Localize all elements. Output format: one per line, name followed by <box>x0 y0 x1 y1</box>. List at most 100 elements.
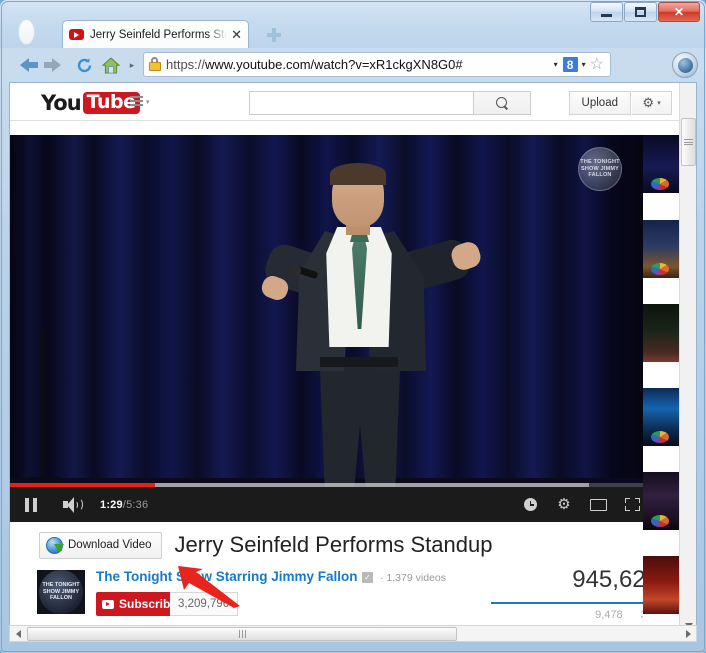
scroll-left-button[interactable] <box>10 626 26 641</box>
browser-menu-button[interactable] <box>18 19 42 47</box>
suggested-video-1[interactable] <box>643 135 679 193</box>
account-settings-button[interactable]: ⚙ ▾ <box>632 91 672 115</box>
tab-close-icon[interactable]: ✕ <box>227 27 242 43</box>
home-button[interactable] <box>98 53 124 77</box>
search-engine-caret[interactable]: ▾ <box>578 60 590 69</box>
volume-icon <box>63 497 83 513</box>
rating-stats: 9,478 388 <box>491 609 659 621</box>
player-right-controls: ⚙ <box>513 487 657 522</box>
page-viewport: You Tube ▾ Upload ⚙ ▾ THE TONIGHT SHOW J… <box>9 82 697 633</box>
fullscreen-icon <box>624 498 640 511</box>
theater-mode-button[interactable] <box>581 487 615 522</box>
horizontal-scrollbar-thumb[interactable] <box>27 627 457 641</box>
gear-icon: ⚙ <box>557 496 571 513</box>
arrow-right-icon <box>43 58 61 72</box>
page-vertical-scrollbar[interactable] <box>679 83 696 632</box>
volume-button[interactable] <box>52 487 94 522</box>
current-time: 1:29 <box>100 498 123 511</box>
chevron-down-icon: ▾ <box>146 99 150 106</box>
tab-title: Jerry Seinfeld Performs Sta <box>90 28 228 41</box>
youtube-masthead: You Tube ▾ Upload ⚙ ▾ <box>10 83 681 121</box>
nbc-logo-icon <box>651 515 669 527</box>
vertical-scrollbar-thumb[interactable] <box>681 118 696 166</box>
youtube-play-icon <box>102 599 114 609</box>
suggested-video-2[interactable] <box>643 220 679 278</box>
search-button[interactable] <box>473 91 531 115</box>
upload-button[interactable]: Upload <box>568 91 631 115</box>
player-control-bar: 1:29 / 5:36 ⚙ <box>10 487 657 522</box>
padlock-icon <box>148 57 162 72</box>
like-count[interactable]: 9,478 <box>595 609 623 621</box>
arrow-left-icon <box>19 58 38 72</box>
browser-menu-icon <box>18 19 35 45</box>
back-button[interactable] <box>10 53 38 77</box>
search-icon <box>496 97 508 109</box>
search-input[interactable] <box>249 91 473 115</box>
channel-name-link[interactable]: The Tonight Show Starring Jimmy Fallon <box>96 569 358 584</box>
gear-icon: ⚙ <box>642 95 655 110</box>
reload-icon <box>77 57 91 72</box>
clock-icon <box>523 498 537 511</box>
new-tab-button[interactable] <box>262 24 286 46</box>
microphone-stand <box>42 330 45 480</box>
address-bar-url: https://www.youtube.com/watch?v=xR1ckgXN… <box>166 57 463 72</box>
pause-icon <box>25 497 37 512</box>
forward-button[interactable] <box>42 53 70 77</box>
channel-video-count: · 1,379 videos <box>380 572 446 584</box>
tab-youtube[interactable]: Jerry Seinfeld Performs Sta ✕ <box>62 20 249 48</box>
channel-avatar[interactable]: THE TONIGHT SHOW JIMMY FALLON <box>37 570 85 614</box>
download-globe-icon <box>46 536 64 554</box>
title-row: Download Video Jerry Seinfeld Performs S… <box>10 530 681 560</box>
globe-icon <box>677 57 693 73</box>
time-display: 1:29 / 5:36 <box>94 487 148 522</box>
browser-settings-button[interactable] <box>672 52 698 78</box>
scrollbar-grip-icon <box>684 137 693 146</box>
youtube-favicon-icon <box>69 29 84 40</box>
nbc-logo-icon <box>651 178 669 190</box>
address-dropdown-caret[interactable]: ▾ <box>549 60 563 69</box>
plus-icon <box>267 28 281 42</box>
microphone-stand-base <box>28 477 60 482</box>
chevron-down-icon: ▾ <box>657 100 661 107</box>
like-dislike-bar <box>491 602 659 604</box>
navigation-bar: ▸ https://www.youtube.com/watch?v=xR1ckg… <box>0 48 706 81</box>
search-area <box>249 91 531 115</box>
download-video-button[interactable]: Download Video <box>39 531 162 559</box>
browser-window: ✕ Jerry Seinfeld Performs Sta ✕ ▸ https:… <box>0 0 706 653</box>
google-search-badge-icon[interactable]: 8 <box>562 57 578 72</box>
youtube-logo[interactable]: You Tube <box>41 92 140 114</box>
nbc-logo-icon <box>651 431 669 443</box>
home-dropdown-caret[interactable]: ▸ <box>126 53 138 77</box>
window-horizontal-scrollbar[interactable] <box>9 625 697 642</box>
subscriber-count: 3,209,796 <box>170 592 239 616</box>
caret-left-icon <box>15 629 21 638</box>
suggested-video-6[interactable] <box>643 556 679 614</box>
channel-avatar-image: THE TONIGHT SHOW JIMMY FALLON <box>39 570 83 614</box>
player-settings-button[interactable]: ⚙ <box>547 487 581 522</box>
theater-icon <box>589 498 607 511</box>
download-video-label: Download Video <box>68 539 152 551</box>
performer-figure <box>259 163 490 511</box>
bookmark-star-icon[interactable]: ☆ <box>590 56 606 73</box>
pause-button[interactable] <box>10 487 52 522</box>
video-meta-row: THE TONIGHT SHOW JIMMY FALLON The Tonigh… <box>10 566 681 632</box>
upload-label: Upload <box>581 97 618 109</box>
subscribe-label: Subscribe <box>119 597 178 611</box>
address-bar[interactable]: https://www.youtube.com/watch?v=xR1ckgXN… <box>143 52 611 77</box>
scroll-right-button[interactable] <box>680 626 696 641</box>
suggested-video-3[interactable] <box>643 304 679 362</box>
duration: 5:36 <box>126 498 149 511</box>
caret-right-icon <box>685 629 691 638</box>
tab-strip: Jerry Seinfeld Performs Sta ✕ <box>0 16 706 48</box>
suggested-video-5[interactable] <box>643 472 679 530</box>
channel-watermark-icon[interactable]: THE TONIGHT SHOW JIMMY FALLON <box>578 147 622 191</box>
verified-badge-icon: ✓ <box>362 572 373 583</box>
video-title: Jerry Seinfeld Performs Standup <box>174 532 493 557</box>
reload-button[interactable] <box>72 53 96 77</box>
guide-menu-button[interactable]: ▾ <box>130 96 150 108</box>
video-player[interactable]: THE TONIGHT SHOW JIMMY FALLON 1:29 / 5:3… <box>10 135 657 522</box>
scrollbar-grip-icon <box>238 630 246 638</box>
watch-later-button[interactable] <box>513 487 547 522</box>
video-info-section: Download Video Jerry Seinfeld Performs S… <box>10 522 681 632</box>
suggested-video-4[interactable] <box>643 388 679 446</box>
